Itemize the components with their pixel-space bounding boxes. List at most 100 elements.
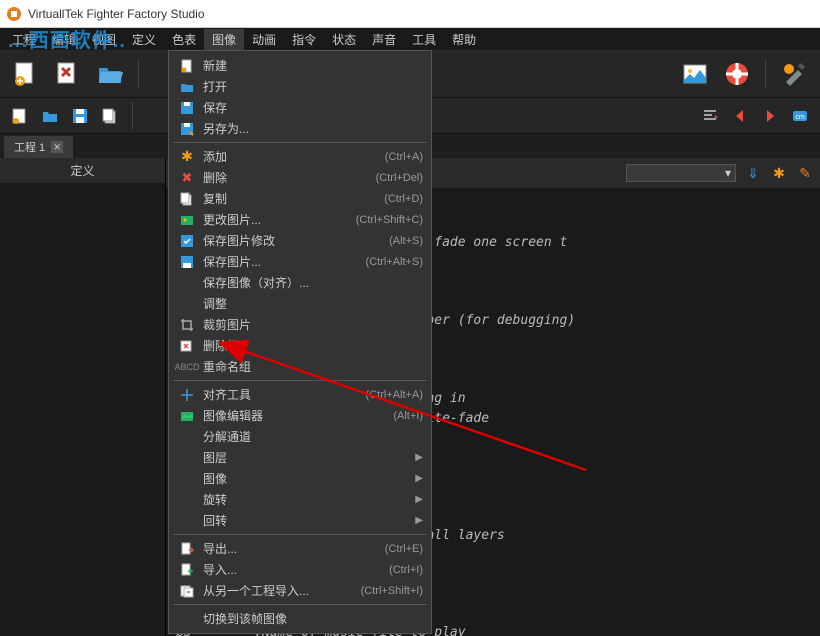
tb-delete-button[interactable] [50,56,86,92]
menu-item-26[interactable]: 导入...(Ctrl+I) [169,559,431,580]
tb-picture-button[interactable] [677,56,713,92]
add-icon: ✱ [177,148,197,165]
menu-item-label: 新建 [197,57,423,74]
menu-item-label: 删除组 [197,337,423,354]
menu-state[interactable]: 状态 [324,29,364,50]
tb2-doc1-button[interactable] [8,104,32,128]
dropdown-selector[interactable]: ▾ [626,164,736,182]
editor-icon [177,409,197,423]
menu-item-1[interactable]: 打开 [169,76,431,97]
menu-item-10[interactable]: 保存图片...(Ctrl+Alt+S) [169,251,431,272]
menu-shortcut: (Ctrl+A) [385,151,423,163]
menu-separator [173,534,427,535]
menu-item-label: 切换到该帧图像 [197,610,423,627]
menu-separator [173,142,427,143]
menu-item-2[interactable]: 保存 [169,97,431,118]
menu-item-27[interactable]: 从另一个工程导入...(Ctrl+Shift+I) [169,580,431,601]
menu-item-13[interactable]: 裁剪图片 [169,314,431,335]
menu-item-label: 另存为... [197,120,423,137]
menu-item-0[interactable]: 新建 [169,55,431,76]
menu-command[interactable]: 指令 [284,29,324,50]
menu-item-21[interactable]: 图像▶ [169,468,431,489]
tb2-folder-button[interactable] [38,104,62,128]
tb2-docs-button[interactable] [98,104,122,128]
menu-sound[interactable]: 声音 [364,29,404,50]
project-tab[interactable]: 工程 1 ✕ [4,136,73,158]
menu-shortcut: (Ctrl+Shift+C) [356,214,423,226]
export-icon [177,542,197,556]
tb2-cm-button[interactable]: cm [788,104,812,128]
menu-tools[interactable]: 工具 [404,29,444,50]
image-menu-dropdown: 新建打开保存另存为...✱添加(Ctrl+A)✖删除(Ctrl+Del)复制(C… [168,50,432,634]
star-button[interactable]: ✱ [770,164,788,182]
menu-item-12[interactable]: 调整 [169,293,431,314]
menu-animation[interactable]: 动画 [244,29,284,50]
menu-item-18[interactable]: 图像编辑器(Alt+I) [169,405,431,426]
menu-item-label: 更改图片... [197,211,356,228]
goto-down-button[interactable]: ⇓ [744,164,762,182]
menu-item-label: 图像 [197,470,415,487]
tb2-left-button[interactable] [728,104,752,128]
menu-item-5[interactable]: ✱添加(Ctrl+A) [169,146,431,167]
edit-button[interactable]: ✎ [796,164,814,182]
menu-item-29[interactable]: 切换到该帧图像 [169,608,431,629]
svg-text:cm: cm [795,114,805,121]
menu-shortcut: (Alt+S) [389,235,423,247]
rename-icon: ABCD [177,362,197,372]
tb2-indent-button[interactable] [698,104,722,128]
submenu-arrow-icon: ▶ [415,452,423,463]
menu-item-3[interactable]: 另存为... [169,118,431,139]
close-icon[interactable]: ✕ [51,141,63,153]
crop-icon [177,318,197,332]
menu-item-20[interactable]: 图层▶ [169,447,431,468]
tb-sep [765,60,766,88]
tb-sep [138,60,139,88]
menu-item-25[interactable]: 导出...(Ctrl+E) [169,538,431,559]
menu-item-7[interactable]: 复制(Ctrl+D) [169,188,431,209]
del-icon: ✖ [177,170,197,186]
menu-image[interactable]: 图像 [204,29,244,50]
sidebar: 定义 [0,158,166,636]
menu-item-label: 复制 [197,190,384,207]
menu-item-label: 导入... [197,561,389,578]
menu-item-6[interactable]: ✖删除(Ctrl+Del) [169,167,431,188]
importp-icon [177,584,197,598]
menu-shortcut: (Ctrl+Del) [376,172,423,184]
menu-item-9[interactable]: 保存图片修改(Alt+S) [169,230,431,251]
saveas-icon [177,122,197,136]
menu-item-label: 旋转 [197,491,415,508]
tb-settings-button[interactable] [776,56,812,92]
menu-palette[interactable]: 色表 [164,29,204,50]
menu-item-label: 裁剪图片 [197,316,423,333]
replace-icon [177,213,197,227]
saveimg-icon [177,255,197,269]
menu-item-22[interactable]: 旋转▶ [169,489,431,510]
menu-item-19[interactable]: 分解通道 [169,426,431,447]
menu-item-17[interactable]: 对齐工具(Ctrl+Alt+A) [169,384,431,405]
menu-help[interactable]: 帮助 [444,29,484,50]
tab-label: 工程 1 [14,139,45,155]
menu-item-15[interactable]: ABCD重命名组 [169,356,431,377]
savemod-icon [177,234,197,248]
menu-shortcut: (Ctrl+Shift+I) [361,585,423,597]
menu-item-8[interactable]: 更改图片...(Ctrl+Shift+C) [169,209,431,230]
tb2-right-button[interactable] [758,104,782,128]
menu-item-label: 打开 [197,78,423,95]
menu-item-label: 删除 [197,169,376,186]
menu-item-label: 保存图片修改 [197,232,389,249]
menu-item-23[interactable]: 回转▶ [169,510,431,531]
window-title: VirtuallTek Fighter Factory Studio [28,7,205,21]
tb2-save-button[interactable] [68,104,92,128]
delgrp-icon [177,339,197,353]
menu-define[interactable]: 定义 [124,29,164,50]
tb-new-button[interactable] [8,56,44,92]
menu-item-14[interactable]: 删除组 [169,335,431,356]
menu-item-label: 保存图像（对齐）... [197,274,423,291]
menu-item-label: 重命名组 [197,358,423,375]
save-icon [177,101,197,115]
menu-item-label: 图像编辑器 [197,407,393,424]
menu-item-11[interactable]: 保存图像（对齐）... [169,272,431,293]
tb-help-button[interactable] [719,56,755,92]
tb-open-button[interactable] [92,56,128,92]
menu-item-label: 从另一个工程导入... [197,582,361,599]
